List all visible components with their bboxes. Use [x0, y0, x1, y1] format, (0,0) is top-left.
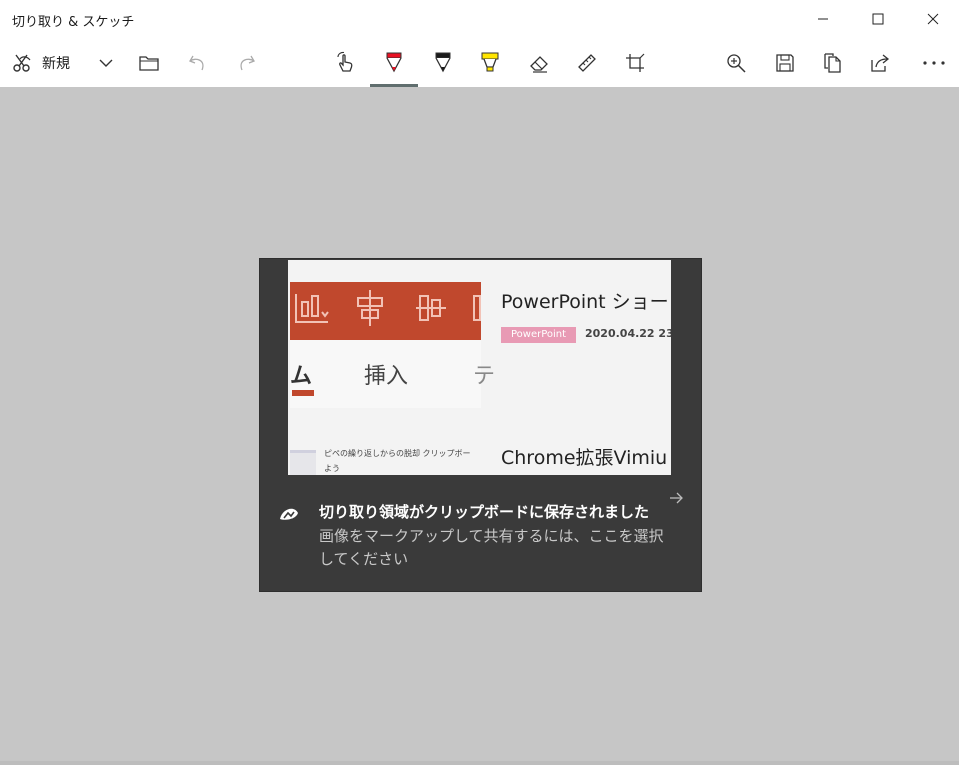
eraser-icon: [530, 55, 548, 73]
thumbnail-edge: [260, 259, 288, 474]
redo-button[interactable]: [234, 38, 258, 87]
thumbnail-mini-image: [290, 450, 316, 475]
thumbnail-card1-date: 2020.04.22 23:: [585, 327, 671, 340]
thumbnail-ribbon: [290, 282, 481, 340]
pencil-button[interactable]: [430, 38, 456, 87]
notification-title: 切り取り領域がクリップボードに保存されました: [319, 503, 650, 521]
new-snip-icon: [13, 54, 31, 72]
thumbnail-card2-title: Chrome拡張Vimiu: [501, 447, 668, 469]
touch-writing-icon: [337, 51, 353, 72]
new-button-label: 新規: [42, 55, 70, 72]
clipboard-notification[interactable]: ム 挿入 テ PowerPoint ショー PowerPoint 2020.04…: [260, 259, 701, 591]
thumbnail-tab-indicator: [292, 390, 314, 396]
eraser-button[interactable]: [526, 38, 552, 87]
minimize-button[interactable]: [800, 0, 846, 38]
title-bar: 切り取り & スケッチ: [0, 0, 959, 38]
thumbnail-mini-text: ピペの繰り返しからの脱却 クリップボー: [324, 449, 471, 458]
crop-button[interactable]: [622, 38, 648, 87]
close-button[interactable]: [910, 0, 956, 38]
new-options-dropdown[interactable]: [94, 38, 118, 87]
minimize-icon: [818, 18, 828, 20]
open-file-button[interactable]: [137, 38, 161, 87]
snip-sketch-app-icon: [280, 508, 298, 520]
ballpoint-pen-button[interactable]: [370, 38, 418, 87]
share-icon: [871, 53, 890, 72]
pencil-icon: [435, 52, 451, 72]
highlighter-button[interactable]: [477, 38, 503, 87]
toolbar: 新規: [0, 38, 959, 87]
redo-icon: [240, 55, 255, 70]
touch-writing-button[interactable]: [333, 38, 359, 87]
snip-thumbnail: ム 挿入 テ PowerPoint ショー PowerPoint 2020.04…: [288, 260, 671, 475]
thumbnail-mini-text: よう: [324, 464, 340, 473]
ruler-button[interactable]: [574, 38, 600, 87]
thumbnail-tab-insert: 挿入: [364, 364, 409, 389]
zoom-icon: [727, 53, 746, 73]
thumbnail-tab-next: テ: [473, 364, 496, 389]
undo-button[interactable]: [186, 38, 210, 87]
window-title: 切り取り & スケッチ: [12, 15, 135, 30]
more-icon: [923, 60, 945, 65]
close-icon: [927, 13, 939, 25]
crop-icon: [626, 53, 645, 72]
zoom-button[interactable]: [723, 38, 749, 87]
more-button[interactable]: [918, 38, 950, 87]
maximize-button[interactable]: [855, 0, 901, 38]
chevron-down-icon: [99, 59, 113, 67]
ballpoint-pen-icon: [386, 52, 402, 72]
notification-body: 画像をマークアップして共有するには、ここを選択してください: [319, 527, 664, 568]
arrow-right-icon[interactable]: [668, 490, 684, 506]
save-button[interactable]: [772, 38, 798, 87]
ribbon-icons: [295, 290, 481, 326]
thumbnail-tab-home: ム: [290, 364, 313, 389]
new-button[interactable]: 新規: [10, 38, 90, 87]
ruler-icon: [578, 53, 596, 72]
thumbnail-card1-tag: PowerPoint: [501, 327, 577, 343]
thumbnail-card1-title: PowerPoint ショー: [501, 291, 669, 313]
copy-icon: [824, 52, 841, 73]
folder-icon: [139, 55, 159, 71]
undo-icon: [189, 55, 204, 70]
save-icon: [776, 53, 794, 72]
maximize-icon: [872, 13, 884, 25]
window-bottom-border: [0, 761, 959, 765]
share-button[interactable]: [867, 38, 893, 87]
highlighter-icon: [481, 52, 499, 71]
copy-button[interactable]: [819, 38, 845, 87]
